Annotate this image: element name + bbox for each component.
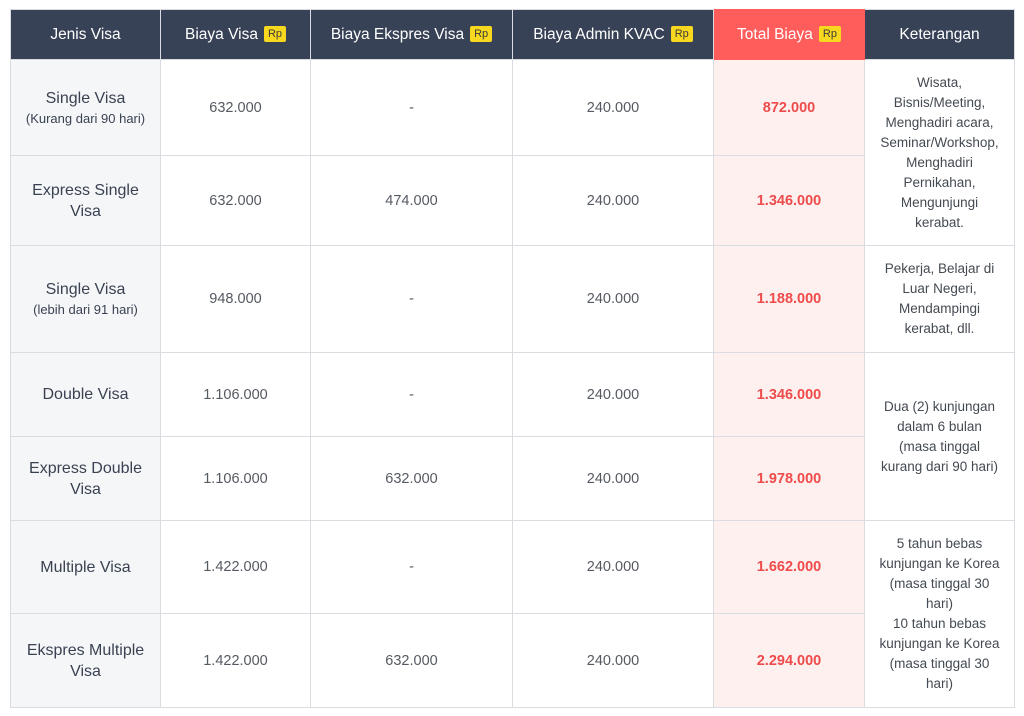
visa-type-cell: Express Double Visa — [10, 436, 161, 521]
express-fee-cell: - — [310, 520, 513, 614]
header-biaya-admin: Biaya Admin KVAC Rp — [512, 9, 714, 60]
rp-badge: Rp — [818, 25, 841, 42]
visa-fee-cell: 1.106.000 — [160, 436, 311, 521]
visa-type-cell: Ekspres Multiple Visa — [10, 613, 161, 708]
total-fee-cell: 1.346.000 — [713, 352, 865, 437]
visa-fee-cell: 632.000 — [160, 155, 311, 246]
admin-fee-cell: 240.000 — [512, 245, 714, 353]
note-cell: 5 tahun bebas kunjungan ke Korea (masa t… — [864, 520, 1015, 708]
rp-badge: Rp — [263, 25, 286, 42]
header-biaya-visa: Biaya Visa Rp — [160, 9, 311, 60]
visa-type-cell: Double Visa — [10, 352, 161, 437]
visa-fee-cell: 1.422.000 — [160, 613, 311, 708]
table-row: Ekspres Multiple Visa 1.422.000 632.000 … — [10, 613, 1015, 708]
table-row: Double Visa 1.106.000 - 240.000 1.346.00… — [10, 352, 1015, 521]
note-cell: Dua (2) kunjungan dalam 6 bulan (masa ti… — [864, 352, 1015, 521]
total-fee-cell: 872.000 — [713, 59, 865, 156]
header-biaya-ekspres: Biaya Ekspres Visa Rp — [310, 9, 513, 60]
admin-fee-cell: 240.000 — [512, 613, 714, 708]
total-fee-cell: 2.294.000 — [713, 613, 865, 708]
admin-fee-cell: 240.000 — [512, 155, 714, 246]
header-jenis-visa: Jenis Visa — [10, 9, 161, 60]
express-fee-cell: 632.000 — [310, 613, 513, 708]
note-cell: Wisata, Bisnis/Meeting, Menghadiri acara… — [864, 59, 1015, 246]
express-fee-cell: - — [310, 59, 513, 156]
admin-fee-cell: 240.000 — [512, 59, 714, 156]
express-fee-cell: 632.000 — [310, 436, 513, 521]
total-fee-cell: 1.188.000 — [713, 245, 865, 353]
header-total-biaya: Total Biaya Rp — [713, 9, 865, 60]
express-fee-cell: - — [310, 245, 513, 353]
admin-fee-cell: 240.000 — [512, 436, 714, 521]
visa-fee-cell: 1.106.000 — [160, 352, 311, 437]
rp-badge: Rp — [670, 25, 693, 42]
table-row: Single Visa (lebih dari 91 hari) 948.000 … — [10, 245, 1015, 353]
rp-badge: Rp — [470, 25, 493, 42]
express-fee-cell: 474.000 — [310, 155, 513, 246]
visa-fee-table: Jenis Visa Biaya Visa Rp Biaya Ekspres Vi… — [10, 9, 1015, 708]
table-row: Multiple Visa 1.422.000 - 240.000 1.662.… — [10, 520, 1015, 708]
note-cell: Pekerja, Belajar di Luar Negeri, Mendamp… — [864, 245, 1015, 353]
admin-fee-cell: 240.000 — [512, 520, 714, 614]
visa-type-cell: Express Single Visa — [10, 155, 161, 246]
visa-fee-cell: 948.000 — [160, 245, 311, 353]
visa-type-cell: Multiple Visa — [10, 520, 161, 614]
total-fee-cell: 1.662.000 — [713, 520, 865, 614]
table-row: Express Single Visa 632.000 474.000 240.… — [10, 155, 1015, 246]
visa-type-cell: Single Visa (lebih dari 91 hari) — [10, 245, 161, 353]
visa-type-cell: Single Visa (Kurang dari 90 hari) — [10, 59, 161, 156]
table-row: Single Visa (Kurang dari 90 hari) 632.000… — [10, 59, 1015, 246]
visa-fee-cell: 1.422.000 — [160, 520, 311, 614]
express-fee-cell: - — [310, 352, 513, 437]
total-fee-cell: 1.346.000 — [713, 155, 865, 246]
admin-fee-cell: 240.000 — [512, 352, 714, 437]
visa-fee-cell: 632.000 — [160, 59, 311, 156]
table-row: Express Double Visa 1.106.000 632.000 24… — [10, 436, 1015, 521]
total-fee-cell: 1.978.000 — [713, 436, 865, 521]
header-keterangan: Keterangan — [864, 9, 1015, 60]
header-row: Jenis Visa Biaya Visa Rp Biaya Ekspres Vi… — [10, 9, 1015, 60]
